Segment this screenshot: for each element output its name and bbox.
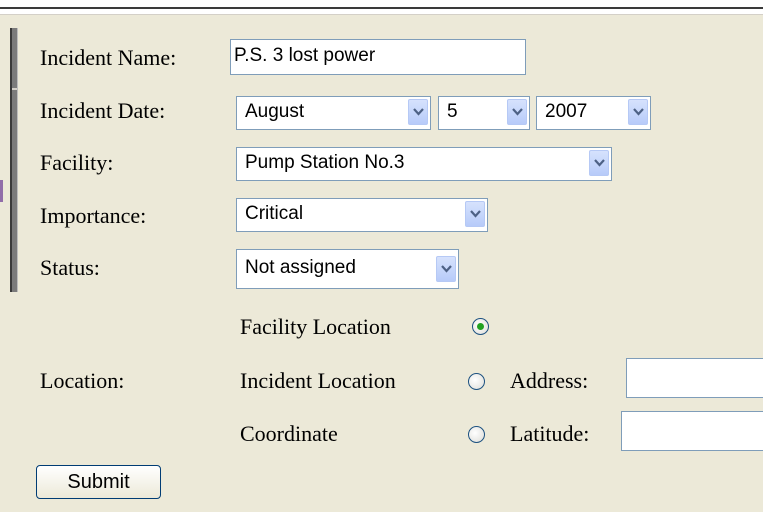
frame-divider[interactable]: [10, 28, 18, 292]
incident-name-input[interactable]: P.S. 3 lost power: [230, 39, 526, 75]
incident-location-label: Incident Location: [240, 368, 396, 393]
facility-location-radio[interactable]: [472, 318, 489, 335]
chevron-down-icon[interactable]: [465, 201, 485, 227]
importance-select[interactable]: Critical: [236, 198, 488, 232]
chevron-down-icon[interactable]: [507, 99, 527, 125]
address-input[interactable]: [626, 358, 763, 398]
incident-date-label: Incident Date:: [40, 98, 166, 123]
latitude-label: Latitude:: [510, 421, 590, 446]
importance-label: Importance:: [40, 203, 147, 228]
location-label: Location:: [40, 368, 125, 393]
coordinate-label: Coordinate: [240, 421, 338, 446]
partial-link[interactable]: [0, 180, 3, 202]
day-select[interactable]: 5: [438, 96, 530, 130]
month-select[interactable]: August: [236, 96, 431, 130]
incident-name-label: Incident Name:: [40, 45, 177, 70]
facility-label: Facility:: [40, 150, 114, 175]
status-label: Status:: [40, 255, 100, 280]
facility-location-label: Facility Location: [240, 314, 391, 339]
incident-location-radio[interactable]: [468, 373, 485, 390]
address-label: Address:: [510, 368, 589, 393]
submit-button[interactable]: Submit: [36, 465, 161, 499]
chevron-down-icon[interactable]: [408, 99, 428, 125]
coordinate-radio[interactable]: [468, 426, 485, 443]
top-border: [0, 0, 763, 15]
chevron-down-icon[interactable]: [589, 150, 609, 176]
status-select[interactable]: Not assigned: [236, 249, 459, 289]
facility-select[interactable]: Pump Station No.3: [236, 147, 612, 181]
chevron-down-icon[interactable]: [628, 99, 648, 125]
latitude-input[interactable]: [621, 411, 763, 451]
year-select[interactable]: 2007: [536, 96, 651, 130]
chevron-down-icon[interactable]: [436, 256, 456, 282]
